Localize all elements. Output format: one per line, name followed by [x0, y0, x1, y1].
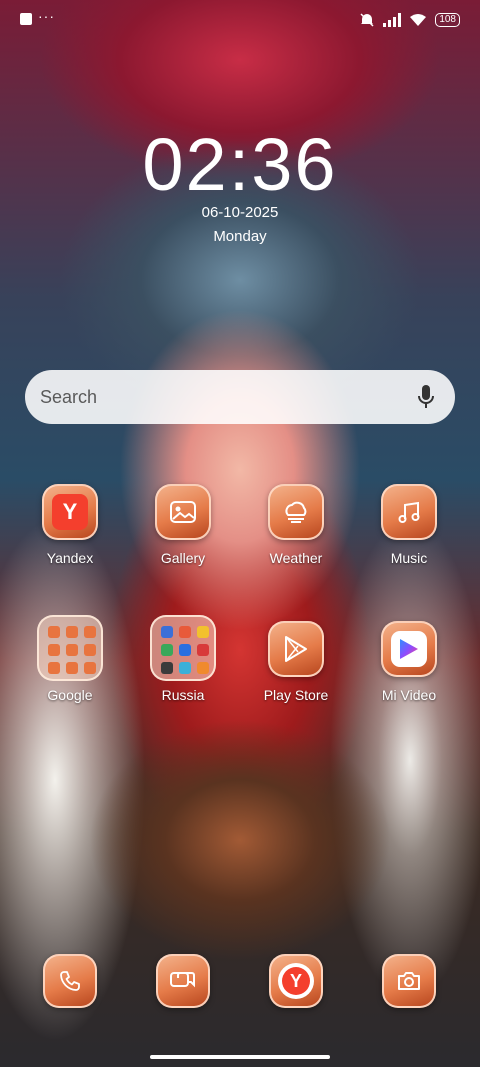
home-screen: ··· 108 02:36 06-10-2025 Monday Search Y… [0, 0, 480, 1067]
app-label: Russia [161, 687, 205, 703]
app-label: Mi Video [381, 687, 437, 703]
yandex-browser-icon[interactable]: Y [269, 954, 323, 1008]
microphone-icon[interactable] [415, 384, 437, 410]
gallery-icon[interactable] [155, 484, 211, 540]
dock-messages[interactable] [133, 954, 233, 1008]
folder-icon[interactable] [150, 615, 216, 681]
notification-dots: ··· [38, 8, 55, 24]
app-label: Weather [269, 550, 323, 566]
folder-google[interactable]: Google [20, 615, 120, 703]
app-mi-video[interactable]: Mi Video [359, 621, 459, 703]
weather-icon[interactable] [268, 484, 324, 540]
app-label: Gallery [160, 550, 206, 566]
notification-square-icon [20, 13, 32, 25]
music-icon[interactable] [381, 484, 437, 540]
status-bar: ··· 108 [0, 0, 480, 40]
messages-icon[interactable] [156, 954, 210, 1008]
app-play-store[interactable]: Play Store [246, 621, 346, 703]
app-music[interactable]: Music [359, 484, 459, 566]
dock-yandex-browser[interactable]: Y [246, 954, 346, 1008]
dock-camera[interactable] [359, 954, 459, 1008]
app-yandex[interactable]: Y Yandex [20, 484, 120, 566]
play-store-icon[interactable] [268, 621, 324, 677]
mute-icon [360, 13, 374, 27]
folder-icon[interactable] [37, 615, 103, 681]
clock-day: Monday [213, 228, 267, 245]
dock-phone[interactable] [20, 954, 120, 1008]
wifi-icon [410, 14, 427, 26]
camera-icon[interactable] [382, 954, 436, 1008]
app-label: Yandex [46, 550, 94, 566]
mi-video-icon[interactable] [381, 621, 437, 677]
search-placeholder: Search [40, 386, 98, 407]
clock-date: 06-10-2025 [201, 204, 279, 221]
status-icons: 108 [359, 10, 460, 30]
battery-indicator: 108 [435, 13, 460, 27]
signal-icon [383, 13, 402, 27]
app-label: Google [47, 687, 93, 703]
app-label: Play Store [263, 687, 329, 703]
gesture-navigation-bar[interactable] [150, 1055, 330, 1059]
yandex-icon[interactable]: Y [42, 484, 98, 540]
app-weather[interactable]: Weather [246, 484, 346, 566]
folder-russia[interactable]: Russia [133, 615, 233, 703]
app-label: Music [390, 550, 428, 566]
clock-time: 02:36 [142, 123, 338, 206]
phone-icon[interactable] [43, 954, 97, 1008]
app-gallery[interactable]: Gallery [133, 484, 233, 566]
search-bar[interactable]: Search [25, 370, 455, 424]
